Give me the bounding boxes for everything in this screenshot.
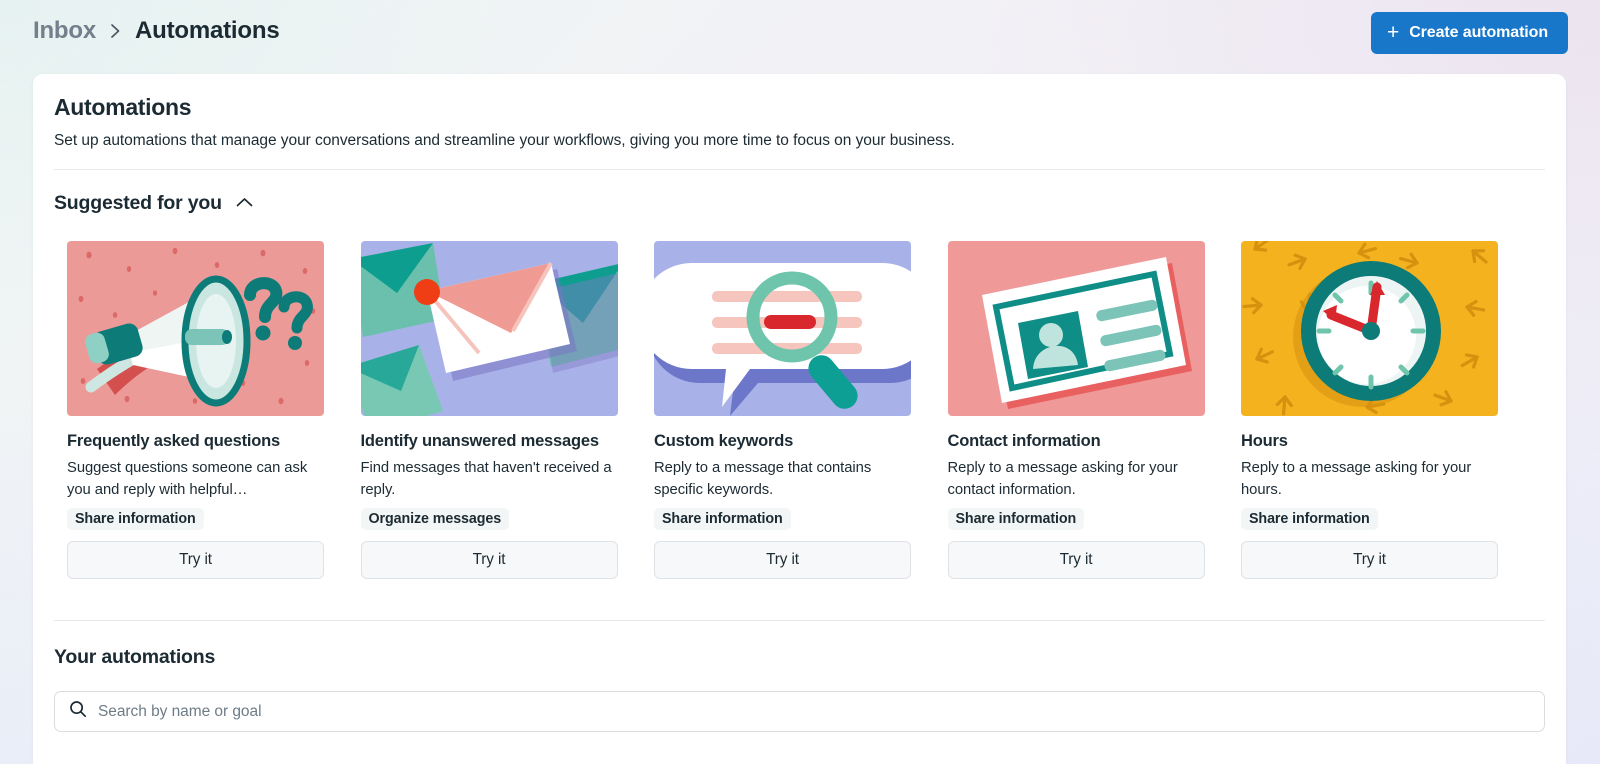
try-it-button[interactable]: Try it [1241,541,1498,579]
try-it-button[interactable]: Try it [948,541,1205,579]
breadcrumb: Inbox Automations [33,17,279,45]
card-title: Custom keywords [654,430,911,454]
card-description: Suggest questions someone can ask you an… [67,457,324,501]
top-bar: Inbox Automations + Create automation [0,0,1600,68]
card-tag-wrap: Organize messages [361,501,618,530]
envelopes-unread-dot-illustration [361,241,618,416]
search-field[interactable] [54,691,1545,732]
card-tag-wrap: Share information [948,501,1205,530]
card-tag-wrap: Share information [654,501,911,530]
card-tag-wrap: Share information [1241,501,1498,530]
chevron-up-icon[interactable] [236,195,253,213]
try-it-button[interactable]: Try it [361,541,618,579]
card-description: Reply to a message asking for your conta… [948,457,1205,501]
suggested-card[interactable]: Custom keywords Reply to a message that … [654,241,911,579]
suggested-card[interactable]: Hours Reply to a message asking for your… [1241,241,1498,579]
card-category-tag: Share information [948,508,1085,530]
megaphone-question-marks-illustration [67,241,324,416]
breadcrumb-current-automations: Automations [135,17,279,45]
create-automation-label: Create automation [1409,24,1548,42]
card-title: Hours [1241,430,1498,454]
suggested-card[interactable]: Frequently asked questions Suggest quest… [67,241,324,579]
card-tag-wrap: Share information [67,501,324,530]
plus-icon: + [1387,22,1399,43]
card-description: Reply to a message that contains specifi… [654,457,911,501]
card-category-tag: Share information [67,508,204,530]
search-input[interactable] [98,703,1530,721]
your-automations-heading: Your automations [54,646,215,669]
card-category-tag: Organize messages [361,508,510,530]
suggested-section-header[interactable]: Suggested for you [54,192,253,215]
suggested-heading: Suggested for you [54,192,222,215]
suggested-card[interactable]: Contact information Reply to a message a… [948,241,1205,579]
divider-bottom [54,620,1545,621]
card-description: Find messages that haven't received a re… [361,457,618,501]
automations-panel: Automations Set up automations that mana… [33,74,1566,764]
try-it-button[interactable]: Try it [67,541,324,579]
page-title: Automations [54,94,191,121]
breadcrumb-parent-inbox[interactable]: Inbox [33,17,96,45]
card-title: Frequently asked questions [67,430,324,454]
create-automation-button[interactable]: + Create automation [1371,12,1568,54]
card-category-tag: Share information [1241,508,1378,530]
divider-top [54,169,1545,170]
card-description: Reply to a message asking for your hours… [1241,457,1498,501]
suggested-card[interactable]: Identify unanswered messages Find messag… [361,241,618,579]
card-category-tag: Share information [654,508,791,530]
suggested-cards-row: Frequently asked questions Suggest quest… [67,241,1498,579]
card-title: Identify unanswered messages [361,430,618,454]
speech-bubble-magnifier-illustration [654,241,911,416]
clock-arrows-illustration [1241,241,1498,416]
card-title: Contact information [948,430,1205,454]
page-description: Set up automations that manage your conv… [54,132,955,150]
search-icon [69,700,87,723]
chevron-right-icon [109,22,122,40]
contact-card-illustration [948,241,1205,416]
try-it-button[interactable]: Try it [654,541,911,579]
